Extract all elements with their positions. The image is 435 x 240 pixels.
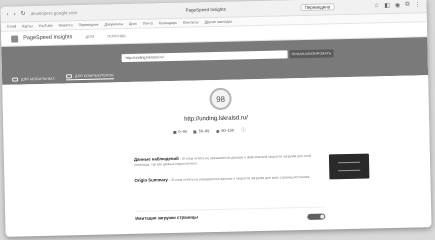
bookmark-item[interactable]: Переводчик: [79, 23, 99, 27]
legend-good: 90–100: [216, 129, 234, 133]
back-icon[interactable]: ‹: [7, 11, 9, 17]
app-title: PageSpeed Insights: [23, 34, 73, 42]
field-data-text: Данные наблюдений – В этом отчёте не ука…: [133, 153, 311, 167]
info-icon[interactable]: ⓘ: [241, 127, 246, 133]
url-input[interactable]: http://unding.lskralsd.ru/: [121, 50, 288, 63]
square-icon: [193, 129, 197, 134]
page-tab-title: PageSpeed Insights: [185, 6, 226, 13]
bookmark-item[interactable]: Gmail: [7, 25, 16, 29]
lab-data-section: Имитация загрузки страницы: [135, 212, 315, 221]
triangle-icon: [173, 130, 177, 134]
nav-home-link[interactable]: ДОМ: [85, 35, 94, 39]
reload-icon[interactable]: ↻: [21, 11, 26, 17]
field-data-title: Данные наблюдений: [133, 155, 179, 162]
tab-mobile-label: ДЛЯ МОБИЛЬНЫХ: [21, 76, 55, 82]
circle-icon: [216, 129, 220, 133]
divider: [135, 206, 326, 212]
origin-summary-title: Origin Summary: [134, 177, 168, 183]
performance-score-gauge: 98: [209, 87, 232, 111]
field-data-section: Данные наблюдений – В этом отчёте не ука…: [134, 152, 314, 168]
view-toggle[interactable]: [307, 213, 326, 220]
extension-icon[interactable]: ◧: [384, 2, 390, 9]
origin-summary-text: Origin Summary – В этом отчёте не указыв…: [134, 174, 311, 183]
bookmark-item[interactable]: Диск: [129, 22, 137, 26]
bookmark-item[interactable]: Календарь: [159, 21, 177, 25]
monitor-icon: [65, 74, 73, 79]
bookmark-item[interactable]: Новости: [59, 23, 73, 27]
bookmark-item[interactable]: Контакты: [183, 20, 199, 24]
tab-mobile[interactable]: ДЛЯ МОБИЛЬНЫХ: [12, 77, 55, 82]
address-field[interactable]: developers.google.com: [31, 9, 111, 16]
legend-poor: 0–49: [173, 130, 187, 134]
bookmark-item[interactable]: Почта: [143, 21, 153, 25]
location-icon[interactable]: ◉: [395, 2, 400, 9]
forward-icon[interactable]: ›: [14, 11, 16, 17]
analyze-button[interactable]: ПРОАНАЛИЗИРОВАТЬ: [289, 49, 334, 59]
puzzle-icon[interactable]: ⧉: [405, 2, 409, 9]
nav-docs-link[interactable]: ПОМОЩЬ: [107, 34, 126, 38]
tested-url: http://unding.lskralsd.ru/: [184, 115, 248, 123]
menu-icon[interactable]: ⋮: [414, 1, 420, 8]
extension-icons: ☆ ◧ ◉ ⧉ ⋮: [374, 1, 421, 10]
bookmark-item[interactable]: Карты: [22, 24, 32, 28]
psi-logo-icon: [11, 34, 19, 43]
phone-icon: [12, 77, 19, 82]
bookmark-item[interactable]: Другие закладки: [204, 20, 232, 25]
score-legend: 0–49 50–89 90–100 ⓘ: [173, 127, 246, 135]
tab-desktop-label: ДЛЯ КОМПЬЮТЕРОВ: [74, 73, 114, 79]
origin-summary-section: Origin Summary – В этом отчёте не указыв…: [134, 173, 314, 184]
bookmark-star-icon[interactable]: ☆: [374, 2, 380, 9]
browser-window: ‹ › ↻ developers.google.com PageSpeed In…: [0, 0, 432, 237]
legend-average: 50–89: [193, 129, 209, 134]
screenshot-thumbnail: [328, 153, 370, 180]
bookmark-item[interactable]: YouTube: [38, 24, 52, 28]
tab-desktop[interactable]: ДЛЯ КОМПЬЮТЕРОВ: [65, 73, 114, 81]
translate-button[interactable]: Переведено: [300, 3, 335, 12]
lab-data-title: Имитация загрузки страницы: [135, 214, 199, 221]
bookmark-item[interactable]: Документы: [104, 22, 123, 26]
score-area: 98 http://unding.lskralsd.ru/ 0–49 50–89…: [2, 75, 430, 147]
